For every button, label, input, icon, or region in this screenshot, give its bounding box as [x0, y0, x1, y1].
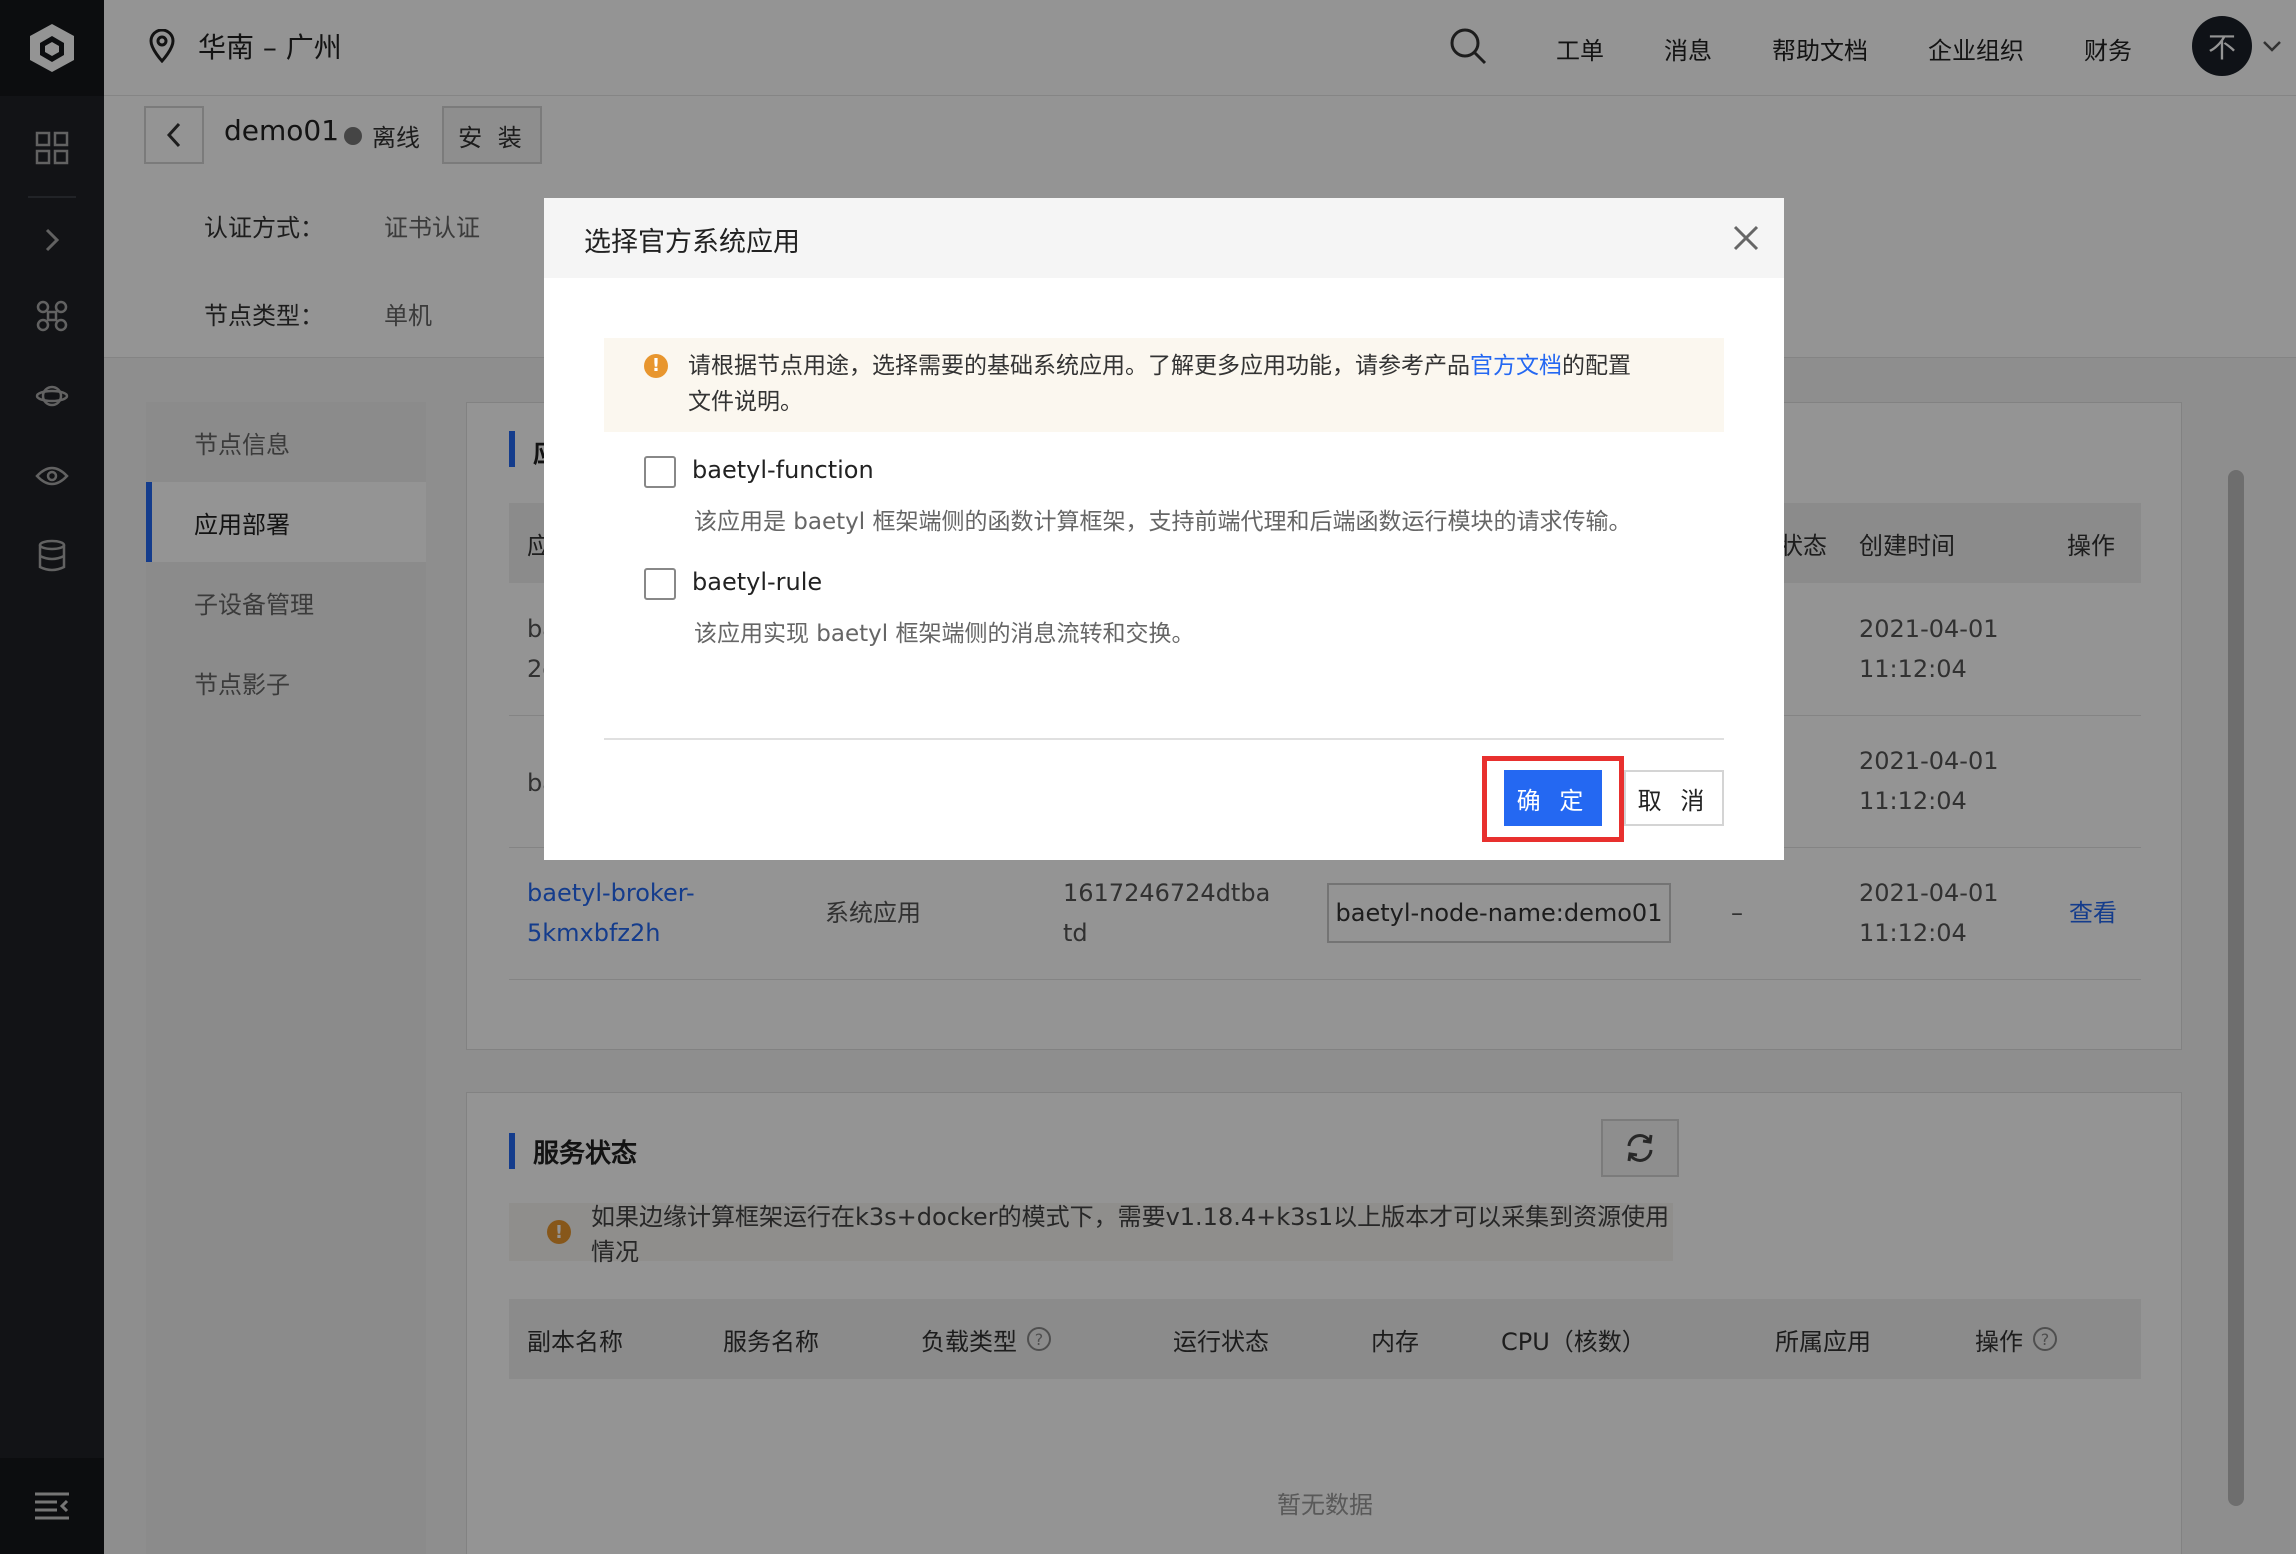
notice-text-start: 请根据节点用途，选择需要的基础系统应用。了解更多应用功能，请参考产品: [688, 353, 1470, 379]
confirm-highlight: [1482, 756, 1624, 842]
dialog-notice: ! 请根据节点用途，选择需要的基础系统应用。了解更多应用功能，请参考产品官方文档…: [604, 338, 1724, 432]
close-icon[interactable]: [1728, 220, 1764, 256]
select-system-app-dialog: 选择官方系统应用 ! 请根据节点用途，选择需要的基础系统应用。了解更多应用功能，…: [544, 198, 1784, 860]
option-name[interactable]: baetyl-function: [692, 456, 874, 484]
dialog-divider: [604, 738, 1724, 740]
option-desc: 该应用是 baetyl 框架端侧的函数计算框架，支持前端代理和后端函数运行模块的…: [694, 509, 1632, 535]
cancel-button[interactable]: 取 消: [1624, 770, 1724, 826]
dialog-title: 选择官方系统应用: [584, 227, 800, 258]
option-desc: 该应用实现 baetyl 框架端侧的消息流转和交换。: [694, 621, 1195, 647]
dialog-header: 选择官方系统应用: [544, 198, 1784, 278]
baetyl-function-checkbox[interactable]: [644, 456, 676, 488]
notice-text-line2: 文件说明。: [688, 389, 803, 415]
notice-text-end: 的配置: [1562, 353, 1631, 379]
official-docs-link[interactable]: 官方文档: [1470, 353, 1562, 379]
notice-text: 请根据节点用途，选择需要的基础系统应用。了解更多应用功能，请参考产品官方文档的配…: [688, 348, 1698, 420]
option-name[interactable]: baetyl-rule: [692, 568, 822, 596]
baetyl-rule-checkbox[interactable]: [644, 568, 676, 600]
warning-icon: !: [644, 354, 668, 378]
